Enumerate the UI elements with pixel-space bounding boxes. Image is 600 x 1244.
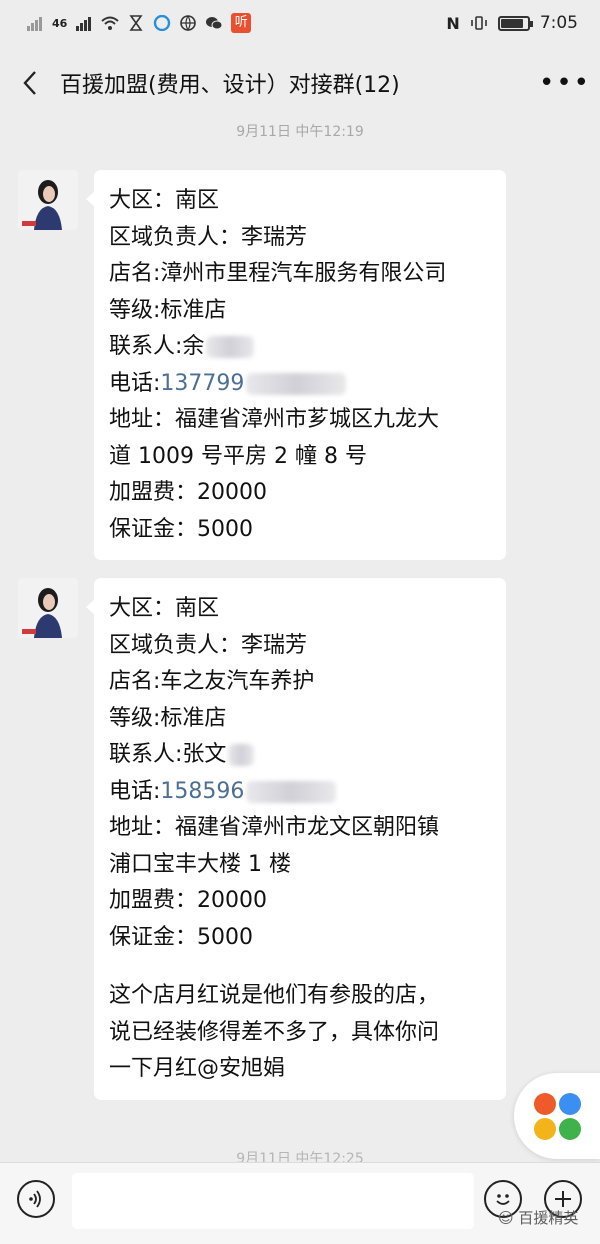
- region-line: 大区：南区: [109, 596, 220, 621]
- note-line: 这个店月红说是他们有参股的店，: [109, 983, 440, 1008]
- chat-title: 百援加盟(费用、设计）对接群(12): [60, 73, 400, 98]
- status-time: 7:05: [539, 13, 578, 33]
- avatar-image: [18, 170, 78, 230]
- region-line: 大区：南区: [109, 188, 220, 213]
- blurred-redaction: [206, 336, 255, 358]
- avatar-image: [18, 578, 78, 638]
- watermark-logo-icon: ☺: [498, 1209, 514, 1227]
- blurred-redaction: [228, 744, 255, 766]
- blurred-redaction: [246, 372, 347, 395]
- phone-label: 电话:: [109, 778, 161, 804]
- app-dot-green: [558, 1117, 581, 1140]
- level-line: 等级:标准店: [109, 297, 227, 323]
- signal-icon: [27, 17, 42, 31]
- globe-icon: [180, 15, 197, 31]
- note-line: 说已经装修得差不多了，具体你问: [109, 1019, 440, 1045]
- more-dots-icon: •••: [538, 68, 591, 98]
- manager-line: 区域负责人：李瑞芳: [109, 632, 308, 658]
- hourglass-icon: [129, 15, 143, 31]
- back-button[interactable]: [0, 46, 60, 120]
- network-type: 46: [52, 16, 68, 30]
- phone-label: 电话:: [109, 370, 161, 396]
- voice-icon: [29, 1190, 41, 1208]
- listen-badge: 听: [231, 13, 252, 33]
- wechat-icon: [206, 17, 223, 30]
- fee-line: 加盟费：20000: [109, 888, 267, 913]
- status-bar: 46 听 N 7:05: [0, 0, 600, 46]
- phone-line: 电话:137799: [109, 366, 492, 403]
- app-dot-orange: [533, 1092, 556, 1115]
- nfc-icon: N: [446, 13, 460, 33]
- more-button[interactable]: •••: [530, 46, 600, 120]
- level-line: 等级:标准店: [109, 705, 227, 731]
- chat-header: 百援加盟(费用、设计）对接群(12) •••: [0, 46, 600, 120]
- contact-line: 联系人:余: [109, 329, 492, 366]
- browser-icon: [154, 15, 171, 31]
- timestamp: 9月11日 中午12:19: [236, 124, 364, 140]
- signal-icon-2: [76, 17, 92, 31]
- app-dot-yellow: [533, 1117, 556, 1140]
- contact-text: 联系人:张文: [109, 742, 227, 767]
- chevron-left-icon: [23, 71, 36, 95]
- address-line: 地址：福建省漳州市龙文区朝阳镇: [109, 815, 440, 840]
- status-icons-left: 46 听: [26, 13, 252, 33]
- message-bubble[interactable]: 大区：南区 区域负责人：李瑞芳 店名:车之友汽车养护 等级:标准店 联系人:张文…: [86, 578, 506, 1100]
- phone-link[interactable]: 137799: [160, 371, 244, 396]
- message-bubble[interactable]: 大区：南区 区域负责人：李瑞芳 店名:漳州市里程汽车服务有限公司 等级:标准店 …: [86, 170, 506, 560]
- manager-line: 区域负责人：李瑞芳: [109, 224, 308, 250]
- note-line: 一下月红@安旭娟: [109, 1056, 286, 1081]
- floating-apps-button[interactable]: [514, 1073, 600, 1159]
- app-dot-blue: [558, 1092, 581, 1115]
- message-input[interactable]: [72, 1173, 474, 1229]
- avatar[interactable]: [18, 578, 78, 638]
- address-line: 地址：福建省漳州市芗城区九龙大: [109, 407, 440, 432]
- phone-link[interactable]: 158596: [160, 779, 244, 804]
- contact-text: 联系人:余: [109, 334, 205, 359]
- address-line: 道 1009 号平房 2 幢 8 号: [109, 443, 367, 469]
- watermark: ☺ 百援精英: [498, 1207, 578, 1228]
- avatar[interactable]: [18, 170, 78, 230]
- deposit-line: 保证金：5000: [109, 516, 253, 542]
- battery-icon: [497, 15, 533, 31]
- wifi-icon: [101, 16, 119, 30]
- contact-line: 联系人:张文: [109, 737, 492, 774]
- watermark-text: 百援精英: [518, 1209, 579, 1227]
- shop-name-line: 店名:车之友汽车养护: [109, 669, 315, 694]
- voice-button[interactable]: [17, 1180, 55, 1218]
- input-bar: ☺ 百援精英: [0, 1162, 600, 1244]
- phone-line: 电话:158596: [109, 774, 492, 811]
- status-icons-right: N 7:05: [446, 13, 578, 33]
- shop-name-line: 店名:漳州市里程汽车服务有限公司: [109, 261, 447, 286]
- address-line: 浦口宝丰大楼 1 楼: [109, 851, 291, 877]
- vibrate-icon: [471, 16, 487, 30]
- apps-grid-icon: [533, 1092, 581, 1140]
- blurred-redaction: [246, 780, 337, 803]
- plus-icon: [555, 1191, 571, 1207]
- fee-line: 加盟费：20000: [109, 480, 267, 505]
- deposit-line: 保证金：5000: [109, 924, 253, 950]
